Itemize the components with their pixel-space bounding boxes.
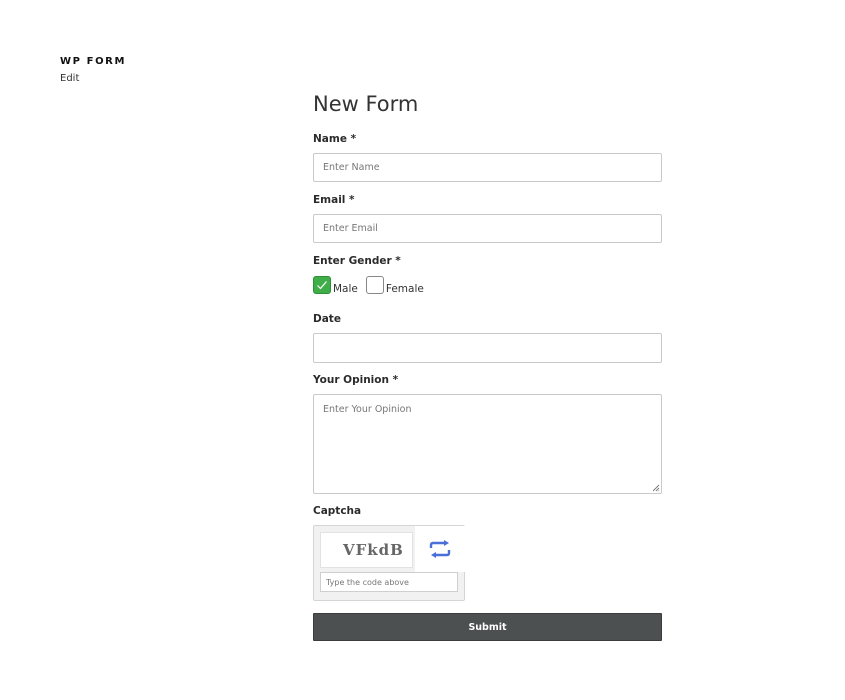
captcha-refresh-button[interactable] — [415, 526, 465, 572]
captcha-code: VFkdB — [343, 541, 404, 559]
captcha-box: VFkdB — [313, 525, 465, 601]
email-input[interactable] — [313, 214, 662, 243]
form-title: New Form — [313, 92, 419, 116]
name-input[interactable] — [313, 153, 662, 182]
captcha-image: VFkdB — [320, 532, 413, 568]
submit-button[interactable]: Submit — [313, 613, 662, 641]
gender-label: Enter Gender * — [313, 255, 401, 267]
male-checkbox[interactable] — [313, 276, 331, 294]
date-label: Date — [313, 313, 341, 325]
captcha-input[interactable] — [320, 572, 458, 592]
email-label: Email * — [313, 194, 355, 206]
date-input[interactable] — [313, 333, 662, 363]
opinion-label: Your Opinion * — [313, 374, 399, 386]
male-label[interactable]: Male — [333, 283, 358, 295]
gender-options: Male Female — [313, 272, 432, 295]
opinion-textarea[interactable] — [313, 394, 662, 494]
female-label[interactable]: Female — [386, 283, 424, 295]
name-label: Name * — [313, 133, 357, 145]
site-title[interactable]: WP FORM — [60, 56, 126, 67]
form-container: New Form Name * Email * Enter Gender * M… — [313, 90, 662, 641]
edit-link[interactable]: Edit — [60, 73, 79, 84]
checkmark-icon — [317, 281, 327, 290]
female-checkbox[interactable] — [365, 276, 384, 294]
refresh-arrows-icon — [429, 540, 451, 558]
captcha-label: Captcha — [313, 505, 362, 517]
resize-grip-icon[interactable] — [652, 484, 660, 492]
